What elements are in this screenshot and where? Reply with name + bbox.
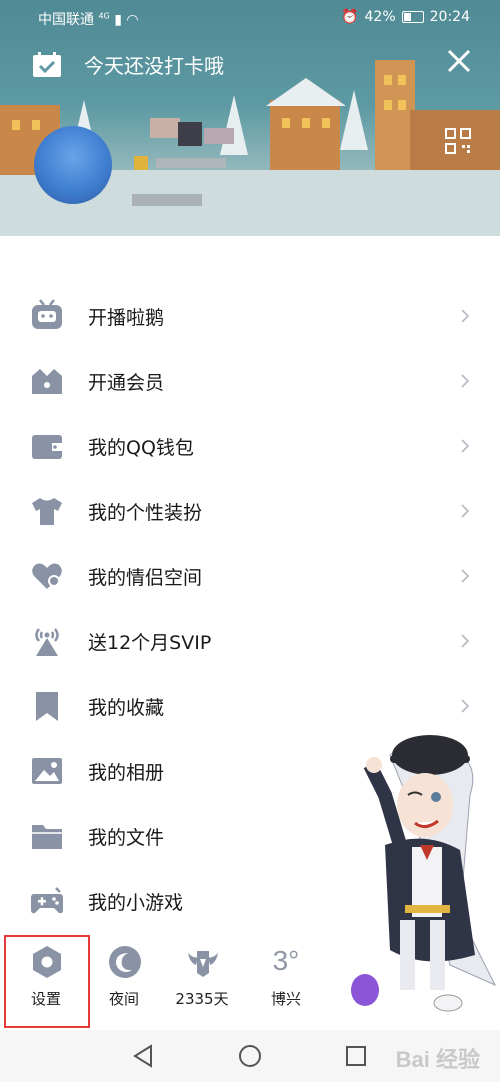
alarm-icon: ⏰ <box>341 9 359 25</box>
tshirt-icon <box>32 498 62 525</box>
battery-icon <box>401 11 424 23</box>
profile-header: 中国联通 4G ▮ ◠ ⏰ 42% 20:24 今天还没打卡哦 <box>0 0 500 236</box>
checkin-banner[interactable]: 今天还没打卡哦 <box>32 50 224 79</box>
back-icon[interactable] <box>130 1042 158 1070</box>
blurred-profile-info <box>134 118 250 170</box>
roof-decoration <box>266 78 346 106</box>
menu-item-live[interactable]: 开播啦鹅 <box>0 285 500 350</box>
blurred-signature <box>132 194 202 206</box>
bookmark-icon <box>36 692 58 721</box>
tree-decoration <box>340 90 368 150</box>
house-window <box>282 118 290 128</box>
qq-age-button[interactable]: 2335天 <box>162 935 242 1030</box>
chevron-right-icon <box>461 504 470 518</box>
menu-item-favorites[interactable]: 我的收藏 <box>0 675 500 740</box>
avatar[interactable] <box>34 126 112 204</box>
house-decoration <box>270 100 340 170</box>
home-icon[interactable] <box>236 1042 264 1070</box>
crown-icon <box>32 369 62 394</box>
menu-item-label: 我的个性装扮 <box>88 502 203 524</box>
network-type: 4G <box>98 11 110 21</box>
menu-item-label: 开播啦鹅 <box>88 307 165 329</box>
night-mode-button[interactable]: 夜间 <box>84 935 164 1030</box>
settings-highlight-box <box>4 935 90 1028</box>
tv-bot-icon <box>32 299 62 329</box>
menu-item-wallet[interactable]: 我的QQ钱包 <box>0 415 500 480</box>
menu-item-label: 送12个月SVIP <box>88 632 212 654</box>
close-icon[interactable] <box>444 46 474 76</box>
status-bar: 中国联通 4G ▮ ◠ ⏰ 42% 20:24 <box>0 0 500 34</box>
baidu-watermark: Bai 经验 <box>395 1047 480 1072</box>
tower-window <box>384 75 392 85</box>
couple-heart-icon <box>32 563 62 589</box>
status-right: ⏰ 42% 20:24 <box>341 9 470 25</box>
qr-code-icon[interactable] <box>445 128 471 154</box>
checkin-text: 今天还没打卡哦 <box>84 54 224 78</box>
moon-icon <box>109 946 141 978</box>
calendar-check-icon <box>33 51 61 77</box>
chevron-right-icon <box>461 569 470 583</box>
photo-icon <box>32 758 62 784</box>
menu-item-theme[interactable]: 我的个性装扮 <box>0 480 500 545</box>
tower-decoration <box>375 60 415 170</box>
menu-item-svip[interactable]: 送12个月SVIP <box>0 610 500 675</box>
house-window <box>32 120 40 130</box>
broadcast-icon <box>35 628 59 656</box>
chevron-right-icon <box>461 309 470 323</box>
chevron-right-icon <box>461 699 470 713</box>
signal-icon: ▮ <box>114 12 122 28</box>
tower-window <box>398 75 406 85</box>
carrier-label: 中国联通 <box>38 12 94 28</box>
folder-icon <box>32 825 62 849</box>
house-window <box>322 118 330 128</box>
gamepad-icon <box>31 887 63 914</box>
wifi-icon: ◠ <box>126 12 139 28</box>
menu-item-label: 我的收藏 <box>88 697 165 719</box>
menu-item-label: 我的情侣空间 <box>88 567 203 589</box>
chevron-right-icon <box>461 374 470 388</box>
menu-item-vip[interactable]: 开通会员 <box>0 350 500 415</box>
weather-temperature: 3° <box>272 945 300 976</box>
menu-item-label: 我的文件 <box>88 827 165 849</box>
wallet-icon <box>32 435 62 459</box>
carrier-group: 中国联通 4G ▮ ◠ <box>38 9 139 29</box>
weather-city: 博兴 <box>270 990 301 1008</box>
weather-button[interactable]: 3° 博兴 <box>246 935 326 1030</box>
tower-window <box>384 100 392 110</box>
chevron-right-icon <box>461 439 470 453</box>
house-window <box>12 120 20 130</box>
cartoon-character-decoration <box>351 735 497 1012</box>
clock: 20:24 <box>429 9 470 25</box>
menu-item-label: 我的QQ钱包 <box>88 437 194 459</box>
menu-item-label: 开通会员 <box>88 372 165 394</box>
menu-item-couple[interactable]: 我的情侣空间 <box>0 545 500 610</box>
recents-icon[interactable] <box>342 1042 370 1070</box>
menu-item-label: 我的小游戏 <box>88 892 184 914</box>
chevron-right-icon <box>461 634 470 648</box>
qq-age-label: 2335天 <box>175 990 229 1008</box>
battery-percent: 42% <box>364 9 396 25</box>
tower-window <box>398 100 406 110</box>
winged-badge-icon <box>188 951 218 977</box>
menu-item-label: 我的相册 <box>88 762 165 784</box>
house-window <box>302 118 310 128</box>
night-label: 夜间 <box>108 990 139 1008</box>
